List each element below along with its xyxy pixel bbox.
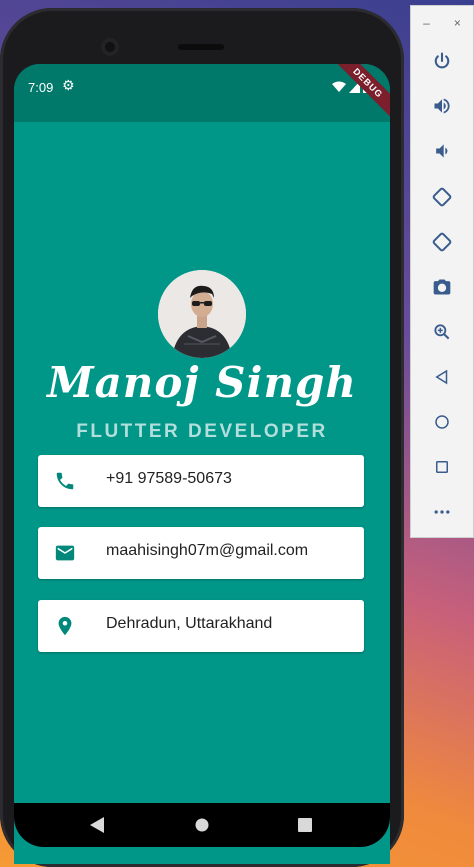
phone-card[interactable]: +91 97589-50673 [38, 455, 364, 507]
home-button[interactable] [431, 411, 453, 433]
email-address: maahisingh07m@gmail.com [106, 542, 309, 559]
settings-gear-icon: ⚙ [62, 78, 75, 94]
power-icon [434, 52, 450, 69]
overview-button[interactable] [431, 456, 453, 478]
location-card[interactable]: Dehradun, Uttarakhand [38, 600, 364, 652]
rotate-right-button[interactable] [431, 231, 453, 253]
location-icon [58, 616, 72, 636]
app-screen: 7:09 ⚙ DEBUG Manoj Singh FLUTTER DEVELOP… [14, 64, 390, 864]
phone-icon [56, 472, 74, 490]
zoom-button[interactable] [431, 321, 453, 343]
screenshot-button[interactable] [431, 276, 453, 298]
rotate-right-icon [432, 232, 452, 252]
camera-icon [433, 279, 451, 295]
profile-avatar [158, 270, 246, 358]
profile-name: Manoj Singh [47, 358, 357, 407]
nav-overview-icon[interactable] [298, 817, 312, 833]
phone-frame: 7:09 ⚙ DEBUG Manoj Singh FLUTTER DEVELOP… [0, 8, 404, 867]
volume-down-button[interactable] [431, 140, 453, 162]
status-bar: 7:09 ⚙ DEBUG [14, 64, 390, 123]
front-camera [101, 38, 119, 56]
debug-banner: DEBUG [328, 64, 390, 123]
wifi-icon [332, 81, 346, 92]
emulator-side-panel: – × [410, 5, 474, 538]
status-time: 7:09 [28, 80, 54, 95]
home-icon [435, 415, 449, 429]
back-icon [435, 369, 448, 385]
close-button[interactable]: × [454, 16, 461, 30]
minimize-button[interactable]: – [423, 16, 430, 30]
rotate-left-icon [432, 187, 452, 207]
nav-back-icon[interactable] [90, 817, 104, 833]
more-button[interactable] [431, 501, 453, 523]
more-icon [434, 510, 450, 514]
overview-icon [436, 461, 448, 473]
power-button[interactable] [431, 50, 453, 72]
email-card[interactable]: maahisingh07m@gmail.com [38, 527, 364, 579]
volume-up-icon [434, 98, 450, 114]
panel-window-controls: – × [411, 16, 473, 30]
back-button[interactable] [431, 366, 453, 388]
zoom-icon [434, 324, 450, 340]
phone-number: +91 97589-50673 [106, 470, 232, 487]
rotate-left-button[interactable] [431, 186, 453, 208]
nav-home-icon[interactable] [195, 817, 209, 833]
android-nav-bar [14, 803, 390, 847]
volume-up-button[interactable] [431, 95, 453, 117]
earpiece-speaker [178, 44, 224, 50]
email-icon [55, 545, 75, 561]
volume-down-icon [436, 144, 448, 158]
location-text: Dehradun, Uttarakhand [106, 615, 273, 632]
profile-title: FLUTTER DEVELOPER [76, 421, 328, 442]
